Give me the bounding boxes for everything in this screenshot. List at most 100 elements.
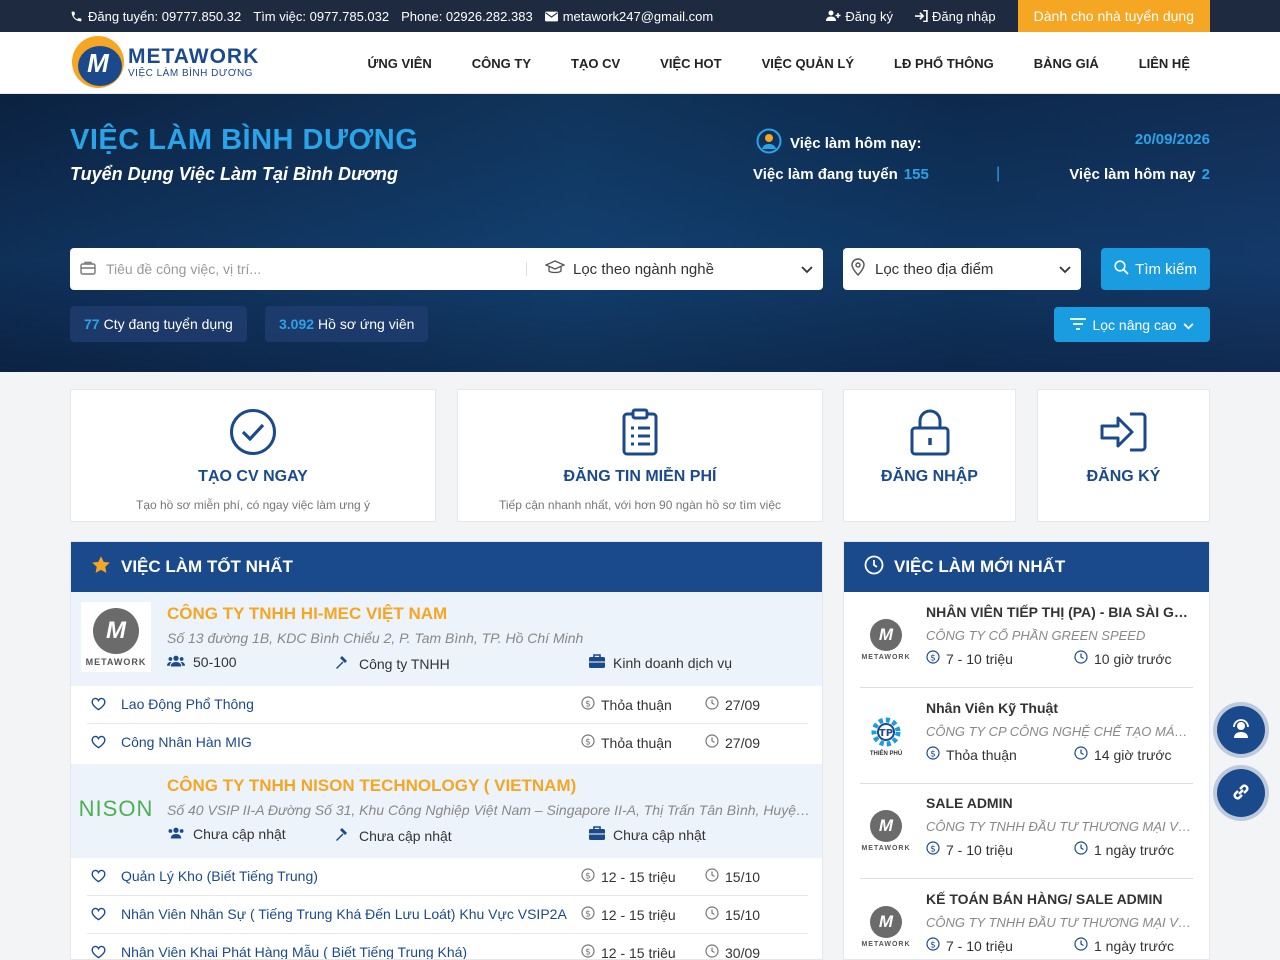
lock-icon <box>906 408 954 456</box>
newest-job-title[interactable]: Nhân Viên Kỹ Thuật <box>926 700 1193 716</box>
feature-register[interactable]: ĐĂNG KÝ <box>1037 389 1210 522</box>
register-link[interactable]: Đăng ký <box>826 9 893 24</box>
support-chat-button[interactable] <box>1217 706 1265 754</box>
company-type-value: Chưa cập nhật <box>359 827 452 844</box>
newest-job-title[interactable]: KẾ TOÁN BÁN HÀNG/ SALE ADMIN <box>926 891 1193 907</box>
job-row[interactable]: Quản Lý Kho (Biết Tiếng Trung) $12 - 15 … <box>87 858 808 896</box>
newest-job-item[interactable]: M METAWORK NHÂN VIÊN TIẾP THỊ (PA) - BIA … <box>860 592 1193 688</box>
newest-job-time-value: 10 giờ trước <box>1094 650 1172 667</box>
job-deadline: 30/09 <box>705 944 760 959</box>
users-icon <box>167 654 185 670</box>
search-input[interactable]: Tiêu đề công việc, vị trí... <box>70 261 527 277</box>
nav-general-labor[interactable]: LĐ PHỔ THÔNG <box>894 56 994 71</box>
main-header: M METAWORK VIỆC LÀM BÌNH DƯƠNG ỨNG VIÊN … <box>0 32 1280 94</box>
email-text: metawork247@gmail.com <box>562 8 714 24</box>
newest-job-item[interactable]: M METAWORK KẾ TOÁN BÁN HÀNG/ SALE ADMIN C… <box>860 879 1193 959</box>
svg-text:$: $ <box>585 738 591 748</box>
company-size-value: 50-100 <box>193 654 237 670</box>
employer-button[interactable]: Dành cho nhà tuyển dụng <box>1017 0 1210 32</box>
dollar-icon: $ <box>581 906 595 923</box>
job-hotline[interactable]: Tìm việc: 0977.785.032 <box>253 9 389 24</box>
heart-icon[interactable] <box>91 907 106 924</box>
location-value: Lọc theo địa điểm <box>875 260 994 278</box>
job-title[interactable]: Nhân Viên Nhân Sự ( Tiếng Trung Khá Đến … <box>121 906 567 922</box>
nav-management-jobs[interactable]: VIỆC QUẢN LÝ <box>762 56 854 71</box>
company-logo[interactable]: NISON <box>79 774 153 844</box>
newest-job-item[interactable]: TP THIÊN PHÚ Nhân Viên Kỹ Thuật CÔNG TY … <box>860 688 1193 784</box>
nav-contact[interactable]: LIÊN HỆ <box>1139 56 1190 71</box>
feature-post-job[interactable]: ĐĂNG TIN MIỄN PHÍ Tiếp cận nhanh nhất, v… <box>457 389 823 522</box>
nav-candidates[interactable]: ỨNG VIÊN <box>368 56 432 71</box>
recruit-hotline[interactable]: Đăng tuyển: 09777.850.32 <box>70 9 241 24</box>
newest-job-time: 14 giờ trước <box>1074 746 1172 763</box>
clock-icon <box>1074 746 1088 763</box>
location-select[interactable]: Lọc theo địa điểm <box>843 248 1081 290</box>
svg-text:$: $ <box>930 654 936 664</box>
job-salary: $12 - 15 triệu <box>581 944 676 959</box>
gavel-icon <box>335 826 351 845</box>
job-row[interactable]: Công Nhân Hàn MIG $ Thỏa thuận 27/09 <box>87 724 808 762</box>
job-row[interactable]: Lao Động Phổ Thông $ Thỏa thuận 27/09 <box>87 686 808 724</box>
newest-job-company[interactable]: CÔNG TY TNHH ĐẦU TƯ THƯƠNG MẠI VÀ DỊCH V… <box>926 915 1193 930</box>
newest-job-title[interactable]: NHÂN VIÊN TIẾP THỊ (PA) - BIA SÀI GÒN <box>926 604 1193 620</box>
job-deadline-value: 15/10 <box>725 868 761 885</box>
current-date: 20/09/2026 <box>1134 131 1210 148</box>
job-title[interactable]: Lao Động Phổ Thông <box>121 696 254 712</box>
newest-job-company[interactable]: CÔNG TY TNHH ĐẦU TƯ THƯƠNG MẠI VÀ DỊCH V… <box>926 819 1193 834</box>
logo-mark-letter: M <box>87 48 109 78</box>
feature-create-cv[interactable]: TẠO CV NGAY Tạo hồ sơ miễn phí, có ngay … <box>70 389 436 522</box>
job-title[interactable]: Quản Lý Kho (Biết Tiếng Trung) <box>121 868 318 884</box>
site-logo[interactable]: M METAWORK VIỆC LÀM BÌNH DƯƠNG <box>72 36 259 88</box>
job-row[interactable]: Nhân Viên Nhân Sự ( Tiếng Trung Khá Đến … <box>87 896 808 934</box>
nav-pricing[interactable]: BẢNG GIÁ <box>1034 56 1099 71</box>
login-link[interactable]: Đăng nhập <box>915 9 996 24</box>
advanced-filter-button[interactable]: Lọc nâng cao <box>1054 307 1210 342</box>
job-title[interactable]: Công Nhân Hàn MIG <box>121 734 252 750</box>
graduation-cap-icon <box>544 260 566 278</box>
svg-text:$: $ <box>585 910 591 920</box>
office-phone[interactable]: Phone: 02926.282.383 <box>401 9 533 24</box>
category-select[interactable]: Lọc theo ngành nghề <box>527 260 823 278</box>
heart-icon[interactable] <box>91 735 106 752</box>
company-card[interactable]: M METAWORK CÔNG TY TNHH HI-MEC VIỆT NAM S… <box>71 592 822 686</box>
dollar-icon: $ <box>926 937 940 954</box>
company-logo-text: METAWORK <box>861 654 911 661</box>
newest-job-item[interactable]: M METAWORK SALE ADMIN CÔNG TY TNHH ĐẦU TƯ… <box>860 783 1193 879</box>
search-button[interactable]: Tìm kiếm <box>1101 248 1210 290</box>
newest-jobs-header: VIỆC LÀM MỚI NHẤT <box>844 542 1209 592</box>
nav-create-cv[interactable]: TẠO CV <box>571 56 620 71</box>
company-name[interactable]: CÔNG TY TNHH HI-MEC VIỆT NAM <box>167 604 447 624</box>
company-logo: M METAWORK <box>861 616 911 664</box>
heart-icon[interactable] <box>91 869 106 886</box>
newest-job-title[interactable]: SALE ADMIN <box>926 795 1193 811</box>
job-deadline: 15/10 <box>705 868 760 885</box>
category-value: Lọc theo ngành nghề <box>573 260 714 278</box>
newest-job-company[interactable]: CÔNG TY CỔ PHẦN GREEN SPEED <box>926 628 1193 643</box>
heart-icon[interactable] <box>91 945 106 959</box>
clock-icon <box>1074 650 1088 667</box>
cv-count-badge[interactable]: 3.092 Hồ sơ ứng viên <box>265 306 429 342</box>
dollar-icon: $ <box>581 868 595 885</box>
share-link-button[interactable] <box>1217 769 1265 817</box>
gavel-icon <box>335 654 351 673</box>
logo-brand: METAWORK <box>128 45 260 68</box>
job-title[interactable]: Nhân Viên Khai Phát Hàng Mẫu ( Biết Tiến… <box>121 944 467 959</box>
logo-mark: M <box>72 36 124 88</box>
nav-companies[interactable]: CÔNG TY <box>472 56 531 71</box>
dollar-icon: $ <box>926 841 940 858</box>
clock-icon <box>1074 937 1088 954</box>
job-row[interactable]: Nhân Viên Khai Phát Hàng Mẫu ( Biết Tiến… <box>87 934 808 959</box>
email-link[interactable]: metawork247@gmail.com <box>544 8 714 24</box>
heart-icon[interactable] <box>91 697 106 714</box>
companies-count-badge[interactable]: 77 Cty đang tuyển dụng <box>70 306 247 342</box>
nav-hot-jobs[interactable]: VIỆC HOT <box>660 56 721 71</box>
feature-login[interactable]: ĐĂNG NHẬP <box>843 389 1016 522</box>
company-name[interactable]: CÔNG TY TNHH NISON TECHNOLOGY ( VIETNAM) <box>167 776 576 796</box>
dollar-icon: $ <box>581 944 595 959</box>
open-jobs-stat: Việc làm đang tuyển 155 <box>753 166 929 183</box>
company-type-value: Công ty TNHH <box>359 655 450 672</box>
company-card[interactable]: NISON CÔNG TY TNHH NISON TECHNOLOGY ( VI… <box>71 764 822 858</box>
newest-job-company[interactable]: CÔNG TY CP CÔNG NGHỆ CHẾ TẠO MÁY THIÊN P… <box>926 724 1193 739</box>
company-logo[interactable]: M METAWORK <box>81 602 151 672</box>
company-type: Công ty TNHH <box>335 654 450 673</box>
